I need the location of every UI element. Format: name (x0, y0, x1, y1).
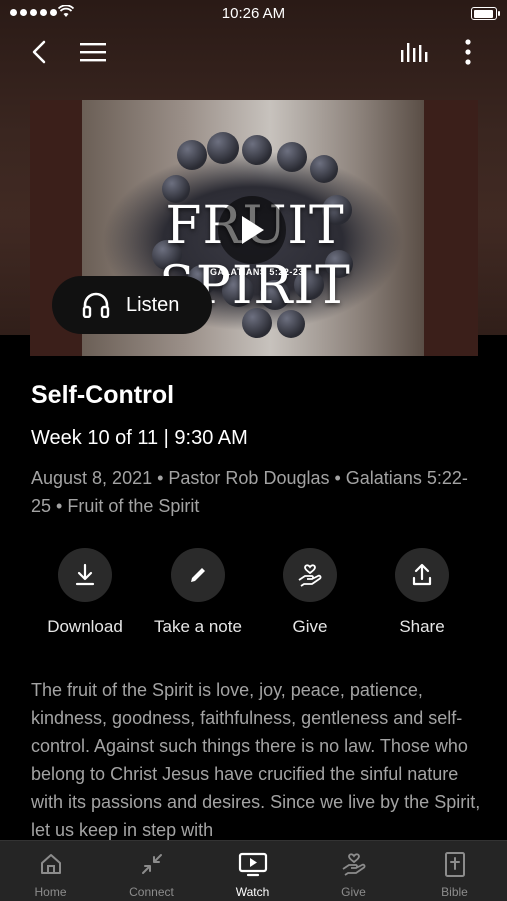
video-reference-art: GALATIANS 5:22-23 (210, 267, 304, 277)
sermon-meta: August 8, 2021 • Pastor Rob Douglas • Ga… (31, 468, 468, 516)
sermon-title: Self-Control (31, 381, 175, 409)
tab-watch-label: Watch (235, 885, 270, 899)
share-icon (412, 563, 432, 586)
tab-bar: Home Connect Watch Give Bible (0, 840, 507, 901)
hamburger-menu-icon (80, 43, 106, 62)
download-button[interactable]: Download (30, 548, 140, 637)
status-time: 10:26 AM (221, 5, 286, 22)
tab-bible-label: Bible (441, 885, 468, 899)
give-icon (342, 853, 365, 876)
share-label: Share (399, 617, 445, 636)
download-icon (75, 563, 95, 586)
tab-give-label: Give (341, 885, 366, 899)
tab-connect-label: Connect (129, 885, 174, 899)
take-note-button[interactable]: Take a note (143, 548, 253, 637)
more-options-button[interactable] (451, 35, 485, 69)
share-button[interactable]: Share (367, 548, 477, 637)
listen-button[interactable]: Listen (52, 276, 212, 334)
tab-home-label: Home (34, 885, 67, 899)
give-circle[interactable] (283, 548, 337, 602)
connect-icon (141, 854, 162, 874)
take-note-label: Take a note (154, 617, 242, 636)
watch-icon (238, 852, 267, 877)
download-label: Download (47, 617, 123, 636)
battery-icon (471, 7, 500, 20)
tab-give[interactable]: Give (303, 841, 404, 901)
play-icon (242, 216, 264, 244)
listen-label: Listen (126, 293, 180, 316)
tab-bible[interactable]: Bible (404, 841, 505, 901)
play-button[interactable] (218, 196, 286, 264)
giving-hand-icon (298, 564, 322, 587)
status-bar: 10:26 AM (0, 0, 507, 28)
chevron-left-icon (32, 40, 46, 64)
give-button[interactable]: Give (255, 548, 365, 637)
pencil-icon (191, 568, 205, 582)
tab-home[interactable]: Home (0, 841, 101, 901)
headphones-icon (82, 292, 110, 318)
share-circle[interactable] (395, 548, 449, 602)
bible-icon (444, 852, 465, 877)
download-circle[interactable] (58, 548, 112, 602)
back-button[interactable] (22, 35, 56, 69)
audio-levels-icon (401, 43, 428, 62)
sermon-subtitle: Week 10 of 11 | 9:30 AM (31, 427, 248, 449)
menu-button[interactable] (76, 35, 110, 69)
audio-button[interactable] (397, 35, 431, 69)
tab-connect[interactable]: Connect (101, 841, 202, 901)
give-label: Give (292, 617, 328, 636)
tab-watch[interactable]: Watch (202, 841, 303, 901)
take-note-circle[interactable] (171, 548, 225, 602)
home-icon (40, 854, 61, 874)
sermon-description: The fruit of the Spirit is love, joy, pe… (31, 680, 481, 840)
more-vertical-icon (465, 39, 471, 65)
